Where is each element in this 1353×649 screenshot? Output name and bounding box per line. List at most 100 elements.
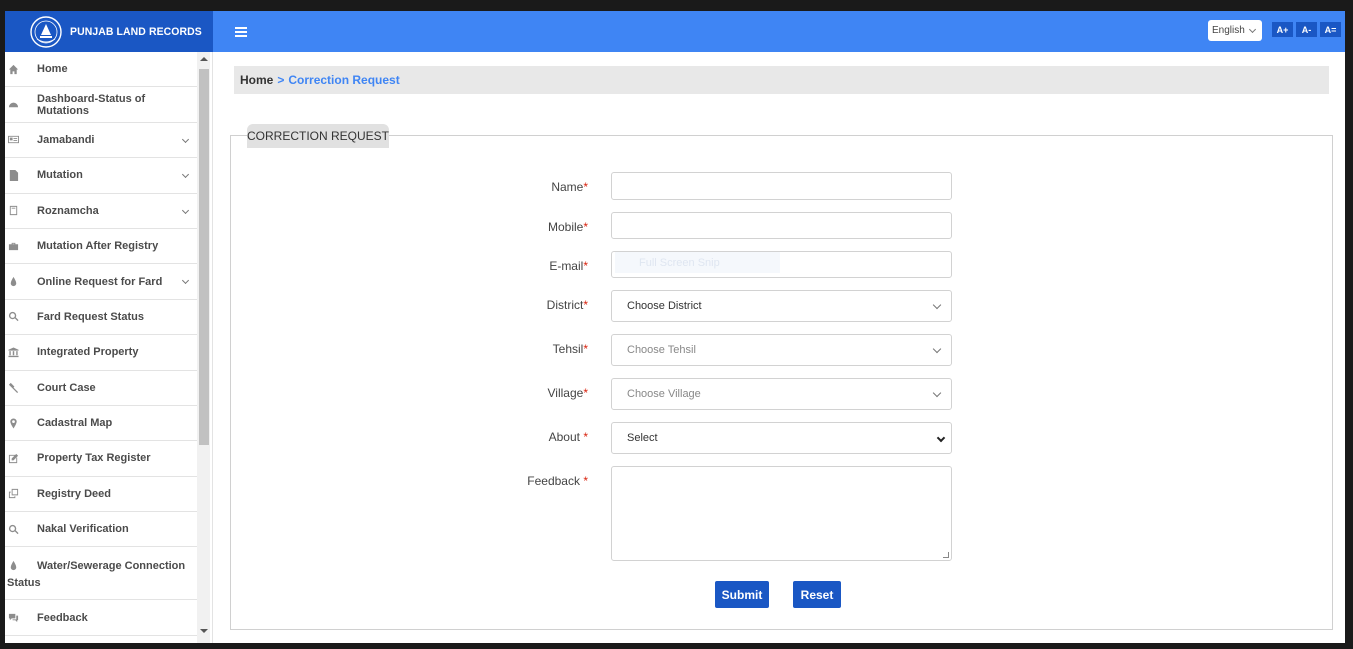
sidebar-item-label: Registry Deed <box>37 487 111 500</box>
book-icon <box>7 205 19 217</box>
sidebar: Home Dashboard-Status of Mutations Jamab… <box>5 52 213 643</box>
breadcrumb-separator: > <box>277 73 285 87</box>
required-mark: * <box>583 386 588 400</box>
sidebar-item-water-sewerage-status[interactable]: Water/Sewerage Connection Status <box>5 547 197 601</box>
about-select-value: Select <box>627 432 658 444</box>
edit-icon <box>7 452 19 464</box>
sidebar-item-label: Property Tax Register <box>37 452 151 465</box>
snip-tooltip-overlay: Full Screen Snip <box>615 252 780 273</box>
mobile-input[interactable] <box>611 212 952 239</box>
sidebar-item-label: Court Case <box>37 381 96 394</box>
tehsil-select[interactable]: Choose Tehsil <box>611 334 952 366</box>
panel-legend: CORRECTION REQUEST <box>247 124 389 148</box>
feedback-label-text: Feedback <box>527 474 584 488</box>
about-label: About * <box>428 430 588 444</box>
font-increase-button[interactable]: A+ <box>1272 22 1293 37</box>
sidebar-item-nakal-verification[interactable]: Nakal Verification <box>5 512 197 548</box>
brand-title: PUNJAB LAND RECORDS <box>70 25 202 38</box>
sidebar-item-roznamcha[interactable]: Roznamcha <box>5 194 197 229</box>
scroll-down-arrow-icon[interactable] <box>200 629 208 633</box>
sidebar-item-court-case[interactable]: Court Case <box>5 371 197 406</box>
required-mark: * <box>583 259 588 273</box>
district-select[interactable]: Choose District <box>611 290 952 322</box>
mobile-label: Mobile* <box>428 220 588 234</box>
drop-icon <box>7 559 19 571</box>
village-select[interactable]: Choose Village <box>611 378 952 410</box>
sidebar-item-mutation-after-registry[interactable]: Mutation After Registry <box>5 229 197 265</box>
sidebar-item-label: Cadastral Map <box>37 417 113 430</box>
resize-grip-icon[interactable] <box>943 552 949 558</box>
bank-icon <box>7 346 19 358</box>
scroll-up-arrow-icon[interactable] <box>200 57 208 61</box>
chevron-down-icon <box>1248 25 1256 33</box>
email-label-text: E-mail <box>549 259 584 273</box>
search-icon <box>7 523 19 535</box>
tehsil-select-value: Choose Tehsil <box>627 344 696 356</box>
chevron-down-icon <box>932 300 942 310</box>
about-label-text: About <box>548 430 584 444</box>
chevron-down-icon <box>936 433 946 443</box>
district-label: District* <box>428 298 588 312</box>
required-mark: * <box>583 180 588 194</box>
breadcrumb: Home > Correction Request <box>234 66 1329 94</box>
sidebar-item-integrated-property[interactable]: Integrated Property <box>5 335 197 371</box>
chevron-down-icon <box>932 344 942 354</box>
drop-icon <box>7 276 19 288</box>
about-select[interactable]: Select <box>611 422 952 454</box>
required-mark: * <box>583 220 588 234</box>
sidebar-item-registry-deed[interactable]: Registry Deed <box>5 477 197 513</box>
sidebar-item-label: Nakal Verification <box>37 523 129 536</box>
language-value: English <box>1212 25 1245 36</box>
breadcrumb-home-link[interactable]: Home <box>240 73 273 87</box>
font-reset-button[interactable]: A= <box>1320 22 1341 37</box>
required-mark: * <box>583 430 588 444</box>
punjab-emblem-icon <box>29 15 63 49</box>
gavel-icon <box>7 382 19 394</box>
village-label-text: Village <box>547 386 584 400</box>
font-decrease-button[interactable]: A- <box>1296 22 1317 37</box>
language-select[interactable]: English <box>1208 20 1262 41</box>
sidebar-item-property-tax-register[interactable]: Property Tax Register <box>5 441 197 477</box>
dashboard-icon <box>7 99 19 111</box>
home-icon <box>7 63 19 75</box>
sidebar-item-label: Jamabandi <box>37 133 95 146</box>
sidebar-item-fard-request-status[interactable]: Fard Request Status <box>5 300 197 336</box>
village-select-value: Choose Village <box>627 388 701 400</box>
sidebar-item-label: Fard Request Status <box>37 310 144 323</box>
required-mark: * <box>583 342 588 356</box>
sidebar-item-label: Integrated Property <box>37 346 139 359</box>
sidebar-scrollbar-thumb[interactable] <box>199 69 209 445</box>
hamburger-menu-icon[interactable] <box>235 26 247 37</box>
chevron-down-icon <box>181 277 190 285</box>
feedback-textarea[interactable] <box>611 466 952 561</box>
sidebar-item-online-request-fard[interactable]: Online Request for Fard <box>5 264 197 300</box>
brand-header[interactable]: PUNJAB LAND RECORDS <box>5 11 213 52</box>
village-label: Village* <box>428 386 588 400</box>
briefcase-icon <box>7 240 19 252</box>
id-card-icon <box>7 134 19 146</box>
feedback-label: Feedback * <box>428 474 588 488</box>
submit-button[interactable]: Submit <box>715 581 769 608</box>
chevron-down-icon <box>181 135 190 143</box>
comments-icon <box>7 612 19 624</box>
sidebar-item-label: Home <box>37 63 68 76</box>
sidebar-item-feedback[interactable]: Feedback <box>5 600 197 636</box>
mobile-label-text: Mobile <box>547 220 584 234</box>
district-label-text: District <box>546 298 584 312</box>
sidebar-item-cadastral-map[interactable]: Cadastral Map <box>5 406 197 442</box>
sidebar-item-home[interactable]: Home <box>5 52 197 88</box>
sidebar-item-dashboard[interactable]: Dashboard-Status of Mutations <box>5 87 197 123</box>
top-bar: English A+ A- A= <box>213 11 1345 52</box>
sidebar-item-label: Mutation After Registry <box>37 240 159 253</box>
email-label: E-mail* <box>428 259 588 273</box>
sidebar-item-mutation[interactable]: Mutation <box>5 158 197 194</box>
chevron-down-icon <box>181 206 190 214</box>
required-mark: * <box>583 298 588 312</box>
copy-icon <box>7 488 19 500</box>
sidebar-item-label: Roznamcha <box>37 204 99 217</box>
sidebar-item-label: Dashboard-Status of Mutations <box>37 92 146 117</box>
sidebar-item-jamabandi[interactable]: Jamabandi <box>5 123 197 159</box>
reset-button[interactable]: Reset <box>793 581 841 608</box>
name-input[interactable] <box>611 172 952 200</box>
map-pin-icon <box>7 417 19 429</box>
